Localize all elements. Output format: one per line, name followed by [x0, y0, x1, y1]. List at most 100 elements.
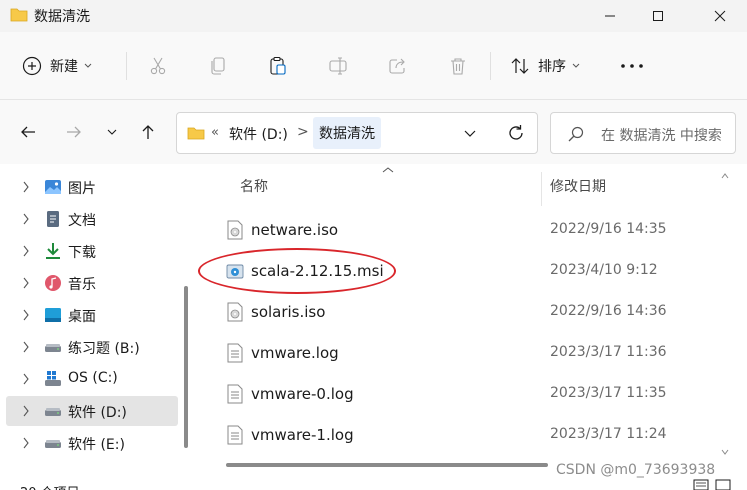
back-button[interactable] [16, 120, 40, 144]
sidebar-item-desktop[interactable]: 桌面 [0, 300, 180, 330]
breadcrumb-current-folder[interactable]: 数据清洗 [313, 117, 381, 149]
navigation-bar: « 软件 (D:) > 数据清洗 在 数据清洗 中搜索 [0, 100, 747, 164]
sidebar-item-drive-b[interactable]: 练习题 (B:) [0, 332, 180, 362]
navigation-pane: 图片 文档 下载 音乐 桌面 练习题 (B:) OS (C:) 软件 (D:) … [0, 164, 196, 490]
breadcrumb-overflow[interactable]: « [211, 125, 219, 140]
windows-drive-icon [45, 371, 61, 386]
file-modified-date: 2023/4/10 9:12 [550, 262, 658, 278]
file-row[interactable]: solaris.iso 2022/9/16 14:36 [202, 292, 722, 333]
toolbar-divider [490, 52, 491, 80]
file-list: 名称 修改日期 netware.iso 2022/9/16 14:35 scal… [202, 164, 747, 490]
sidebar-item-music[interactable]: 音乐 [0, 268, 180, 298]
delete-button[interactable] [446, 54, 470, 78]
file-list-scrollbar[interactable] [720, 172, 730, 456]
file-row[interactable]: vmware.log 2023/3/17 11:36 [202, 333, 722, 374]
sidebar-item-label: 下载 [68, 245, 96, 261]
cut-button[interactable] [146, 54, 170, 78]
chevron-right-icon[interactable] [22, 437, 30, 449]
file-name: netware.iso [251, 221, 339, 239]
sidebar-item-label: 软件 (D:) [68, 405, 127, 421]
search-icon [568, 126, 584, 142]
sort-button-label: 排序 [538, 59, 566, 75]
sidebar-item-drive-d[interactable]: 软件 (D:) [6, 396, 178, 426]
disc-image-icon [227, 302, 243, 322]
up-button[interactable] [136, 120, 160, 144]
trash-icon [451, 58, 465, 75]
highlight-annotation [198, 248, 396, 294]
share-icon [389, 58, 405, 74]
plus-circle-icon [22, 56, 42, 76]
sidebar-item-downloads[interactable]: 下载 [0, 236, 180, 266]
maximize-button[interactable] [635, 0, 681, 32]
column-divider[interactable] [541, 172, 542, 206]
pictures-icon [45, 180, 61, 194]
sidebar-item-drive-c[interactable]: OS (C:) [0, 364, 180, 394]
chevron-down-icon[interactable] [463, 126, 477, 140]
sidebar-item-documents[interactable]: 文档 [0, 204, 180, 234]
more-icon [621, 64, 643, 68]
file-modified-date: 2023/3/17 11:24 [550, 426, 667, 442]
address-bar[interactable]: « 软件 (D:) > 数据清洗 [176, 112, 538, 154]
sort-button[interactable]: 排序 [510, 48, 580, 84]
arrow-left-icon [21, 126, 35, 138]
chevron-right-icon[interactable] [22, 373, 30, 385]
sidebar-item-drive-e[interactable]: 软件 (E:) [0, 428, 180, 458]
paste-button[interactable] [266, 54, 290, 78]
new-button[interactable]: 新建 [22, 48, 92, 84]
refresh-icon [509, 125, 523, 140]
window-title: 数据清洗 [34, 9, 90, 25]
copy-button[interactable] [206, 54, 230, 78]
music-icon [45, 275, 61, 291]
breadcrumb-drive[interactable]: 软件 (D:) [229, 124, 288, 144]
chevron-right-icon[interactable] [22, 277, 30, 289]
desktop-icon [45, 308, 61, 322]
chevron-right-icon[interactable] [22, 213, 30, 225]
sidebar-item-label: 文档 [68, 213, 96, 229]
recent-locations-button[interactable] [100, 120, 124, 144]
minimize-button[interactable] [587, 0, 633, 32]
sidebar-scrollbar[interactable] [184, 286, 188, 448]
column-header-name[interactable]: 名称 [240, 176, 268, 196]
forward-button[interactable] [62, 120, 86, 144]
sidebar-item-label: 练习题 (B:) [68, 341, 140, 357]
rename-icon [329, 57, 347, 75]
sidebar-item-label: 桌面 [68, 309, 96, 325]
chevron-right-icon[interactable] [22, 309, 30, 321]
sidebar-item-label: OS (C:) [68, 370, 118, 386]
sidebar-item-label: 图片 [68, 181, 96, 197]
file-row[interactable]: vmware-1.log 2023/3/17 11:24 [202, 415, 722, 456]
chevron-right-icon[interactable] [22, 245, 30, 257]
refresh-button[interactable] [504, 121, 528, 145]
drive-icon [45, 440, 61, 448]
scissors-icon [150, 57, 166, 75]
text-file-icon [227, 343, 243, 363]
chevron-right-icon[interactable] [22, 181, 30, 193]
drive-icon [45, 408, 61, 416]
documents-icon [47, 211, 59, 227]
file-modified-date: 2022/9/16 14:35 [550, 221, 667, 237]
folder-icon [10, 8, 28, 22]
file-row[interactable]: vmware-0.log 2023/3/17 11:35 [202, 374, 722, 415]
file-name: vmware-0.log [251, 385, 354, 403]
rename-button[interactable] [326, 54, 350, 78]
text-file-icon [227, 384, 243, 404]
file-modified-date: 2023/3/17 11:35 [550, 385, 667, 401]
chevron-right-icon[interactable] [22, 405, 30, 417]
sidebar-item-label: 音乐 [68, 277, 96, 293]
maximize-icon [653, 11, 663, 21]
downloads-icon [46, 243, 60, 259]
breadcrumb-separator[interactable]: > [297, 124, 309, 140]
close-button[interactable] [697, 0, 743, 32]
horizontal-scrollbar[interactable] [226, 463, 548, 467]
minimize-icon [605, 15, 615, 17]
file-row[interactable]: netware.iso 2022/9/16 14:35 [202, 210, 722, 251]
file-modified-date: 2023/3/17 11:36 [550, 344, 667, 360]
file-name: solaris.iso [251, 303, 326, 321]
view-toggle-icons[interactable] [686, 476, 746, 490]
sidebar-item-pictures[interactable]: 图片 [0, 172, 180, 202]
column-header-modified[interactable]: 修改日期 [550, 176, 606, 196]
share-button[interactable] [386, 54, 410, 78]
more-options-button[interactable] [620, 58, 644, 74]
search-box[interactable]: 在 数据清洗 中搜索 [550, 112, 736, 154]
chevron-right-icon[interactable] [22, 341, 30, 353]
